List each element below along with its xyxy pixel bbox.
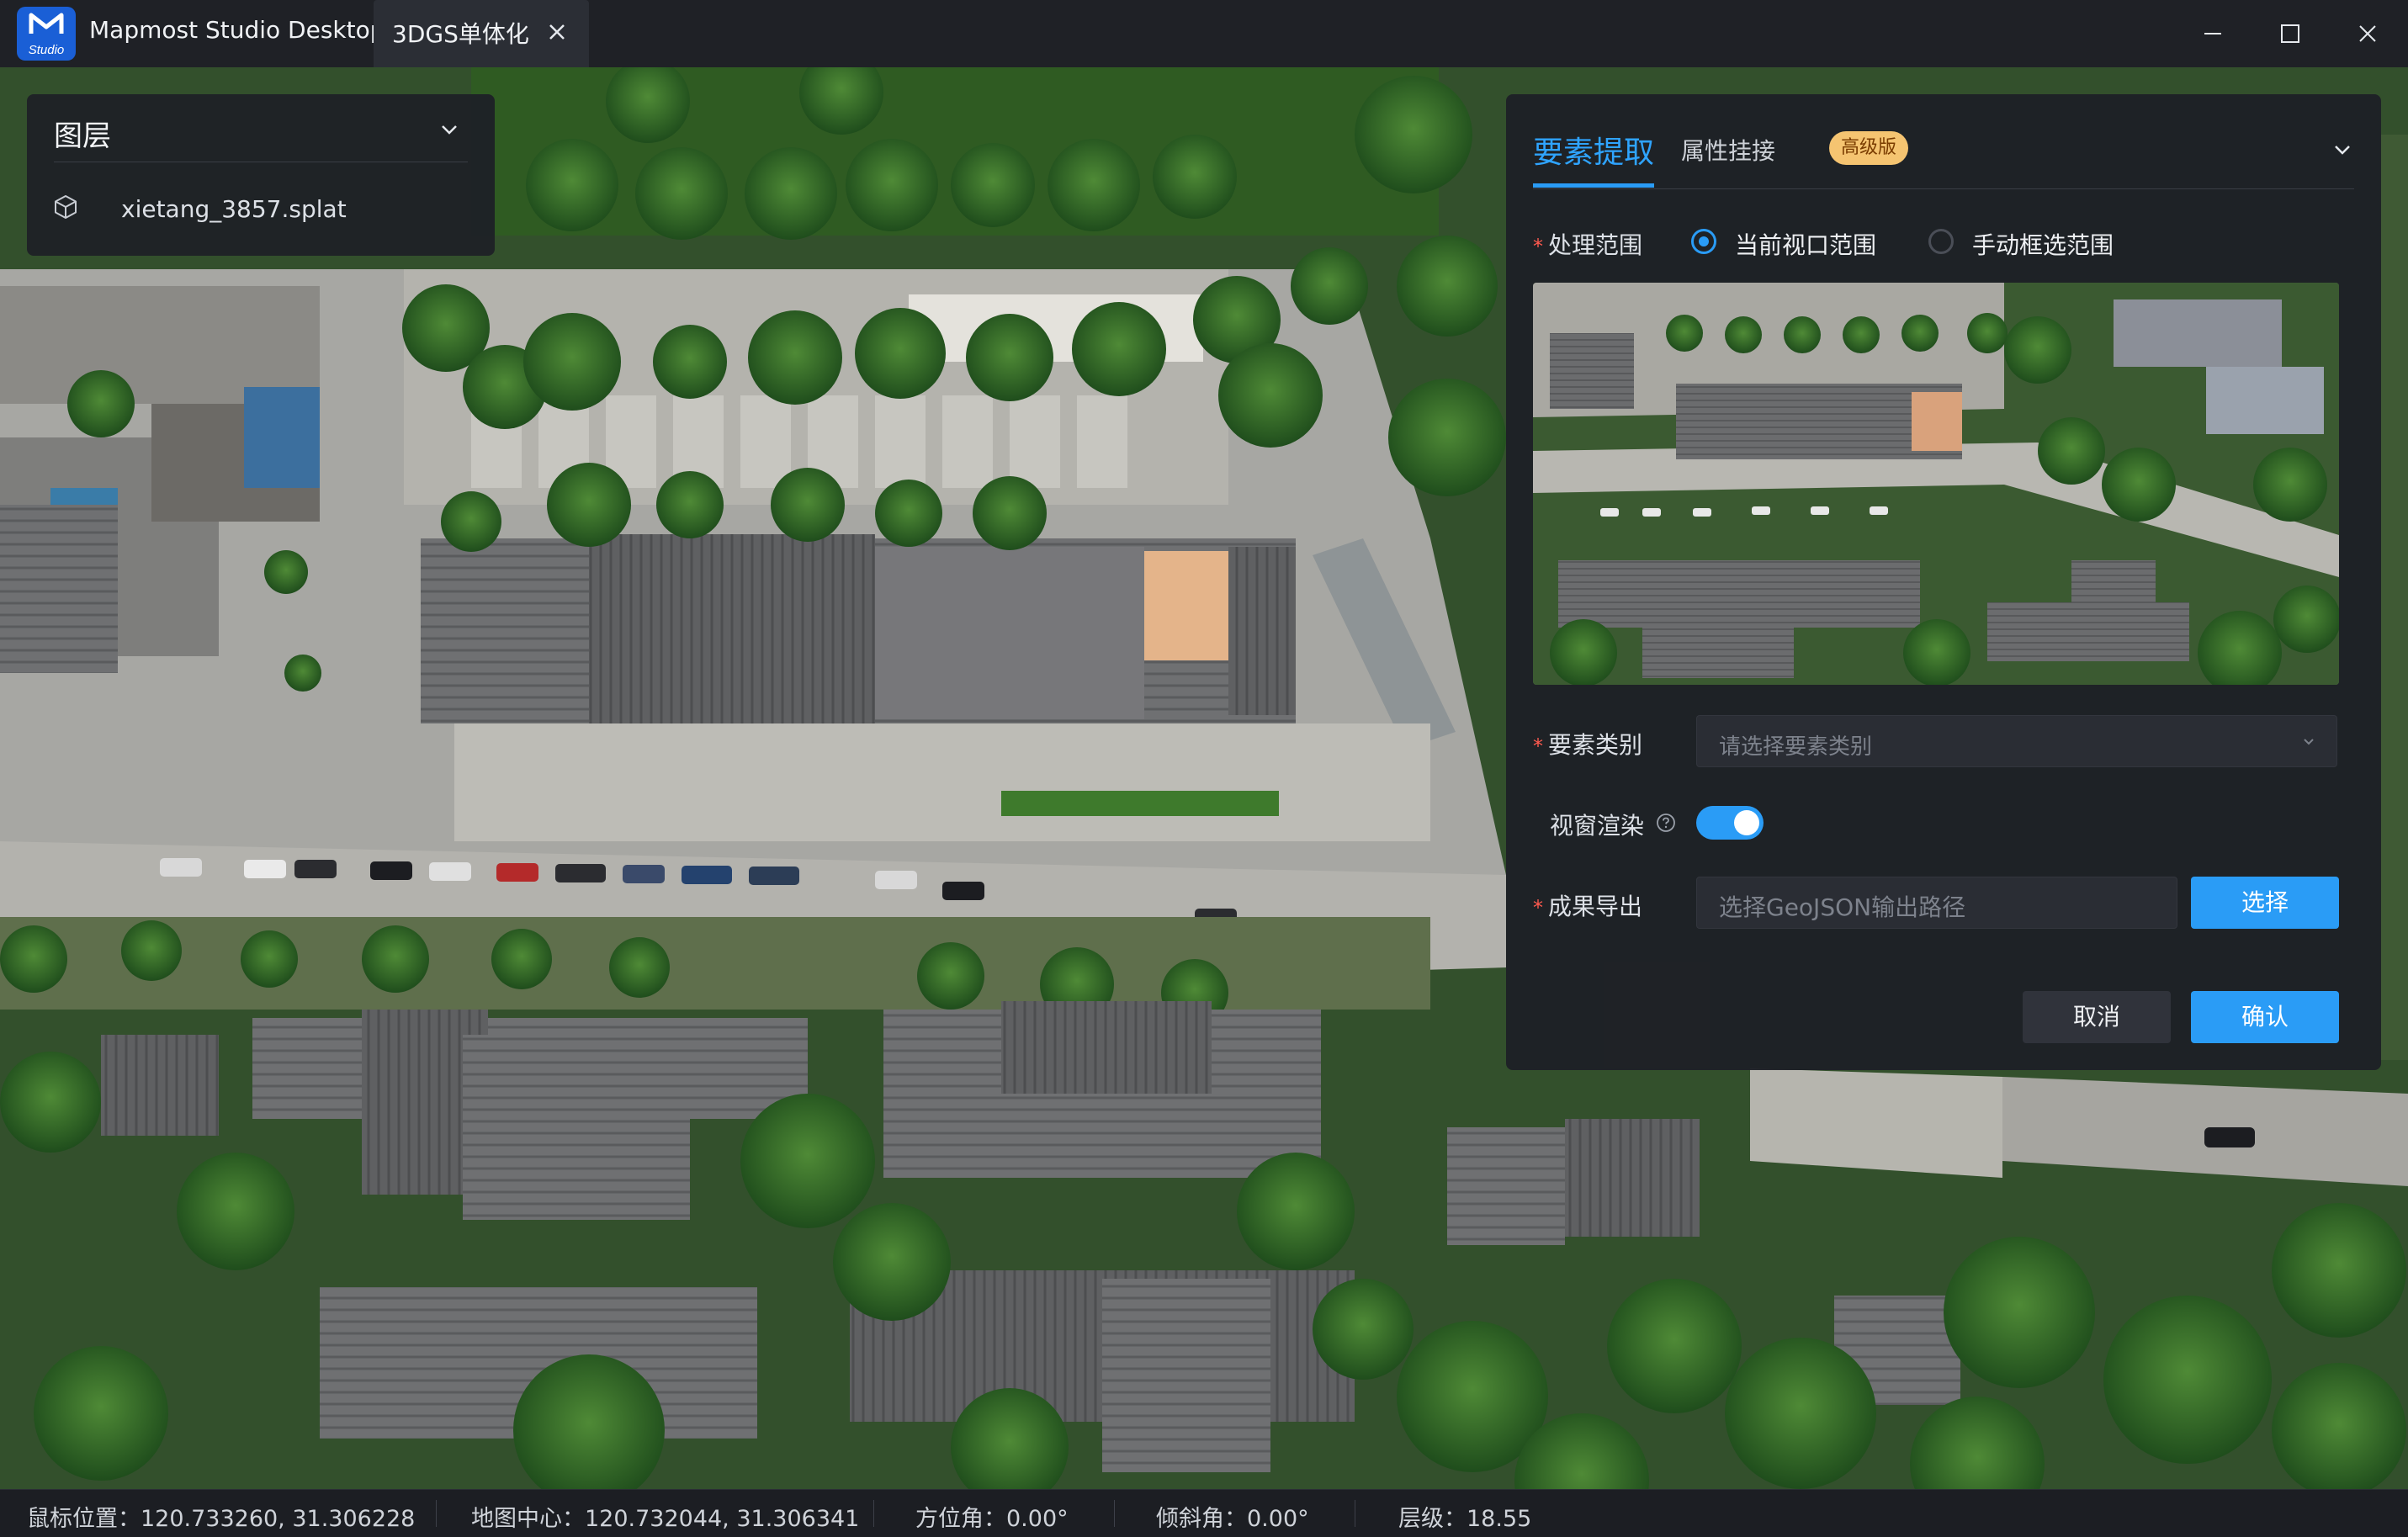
- chevron-down-icon[interactable]: [438, 118, 461, 141]
- chevron-down-icon: [2304, 739, 2314, 745]
- layer-name: xietang_3857.splat: [121, 195, 347, 223]
- layer-panel-title: 图层: [54, 119, 111, 153]
- status-bar: 鼠标位置：120.733260, 31.306228 地图中心：120.7320…: [0, 1489, 2408, 1537]
- help-icon[interactable]: [1656, 813, 1676, 833]
- zoom-level: 层级：18.55: [1398, 1506, 1532, 1532]
- minimize-button[interactable]: [2191, 12, 2235, 56]
- layer-panel: 图层 xietang_3857.splat: [27, 94, 495, 256]
- tab-attribute-link[interactable]: 属性挂接: [1681, 133, 1775, 167]
- radio-manual-select-label[interactable]: 手动框选范围: [1972, 227, 2114, 261]
- logo-badge: Studio: [28, 43, 65, 57]
- chevron-down-icon[interactable]: [2331, 138, 2354, 162]
- panel-tabs: 要素提取 属性挂接 高级版: [1533, 121, 2354, 189]
- close-window-button[interactable]: [2346, 12, 2389, 56]
- required-mark: *: [1533, 896, 1543, 920]
- tab-feature-extraction[interactable]: 要素提取: [1533, 128, 1654, 172]
- divider: [436, 1500, 437, 1527]
- premium-badge: 高级版: [1829, 131, 1909, 165]
- tab-3dgs[interactable]: 3DGS单体化: [374, 0, 589, 67]
- category-label-text: 要素类别: [1548, 731, 1643, 759]
- range-label-text: 处理范围: [1548, 231, 1643, 259]
- render-toggle[interactable]: [1696, 806, 1764, 840]
- render-label: 视窗渲染: [1550, 812, 1645, 840]
- range-label: * 处理范围: [1533, 227, 1642, 261]
- cancel-button[interactable]: 取消: [2023, 991, 2171, 1043]
- radio-current-viewport-label[interactable]: 当前视口范围: [1735, 227, 1876, 261]
- map-center: 地图中心：120.732044, 31.306341: [471, 1506, 860, 1532]
- category-label: * 要素类别: [1533, 727, 1642, 761]
- maximize-icon: [2281, 24, 2299, 43]
- feature-extraction-panel: 要素提取 属性挂接 高级版 * 处理范围 当前视口范围 手动框选范围 * 要素类…: [1506, 94, 2381, 1070]
- active-tab-indicator: [1533, 183, 1654, 188]
- close-tab-icon[interactable]: [542, 17, 572, 47]
- divider: [873, 1500, 874, 1527]
- title-bar: Studio Mapmost Studio Desktop 3DGS单体化: [0, 0, 2408, 68]
- minimize-icon: [2204, 33, 2221, 34]
- category-select-placeholder: 请选择要素类别: [1719, 734, 1873, 760]
- mouse-position: 鼠标位置：120.733260, 31.306228: [27, 1506, 416, 1532]
- required-mark: *: [1533, 734, 1543, 758]
- required-mark: *: [1533, 235, 1543, 258]
- export-path-placeholder: 选择GeoJSON输出路径: [1719, 893, 1966, 921]
- radio-manual-select[interactable]: [1928, 229, 1954, 254]
- export-path-input[interactable]: 选择GeoJSON输出路径: [1696, 877, 2177, 929]
- app-title: Mapmost Studio Desktop: [89, 16, 385, 44]
- export-label-text: 成果导出: [1548, 893, 1643, 920]
- confirm-button[interactable]: 确认: [2191, 991, 2339, 1043]
- close-icon: [2359, 25, 2376, 42]
- mapmost-logo-icon: [29, 13, 64, 34]
- category-select[interactable]: 请选择要素类别: [1696, 715, 2337, 767]
- tab-label: 3DGS单体化: [392, 20, 529, 48]
- preview-imagery: [1533, 283, 2339, 685]
- choose-path-button[interactable]: 选择: [2191, 877, 2339, 929]
- divider: [1114, 1500, 1115, 1527]
- viewport-preview: [1533, 283, 2339, 685]
- radio-current-viewport[interactable]: [1691, 229, 1716, 254]
- cube-icon: [55, 195, 77, 219]
- maximize-button[interactable]: [2268, 12, 2312, 56]
- bearing: 方位角：0.00°: [915, 1506, 1069, 1532]
- app-logo: Studio: [17, 7, 76, 61]
- pitch: 倾斜角：0.00°: [1156, 1506, 1309, 1532]
- export-label: * 成果导出: [1533, 888, 1642, 922]
